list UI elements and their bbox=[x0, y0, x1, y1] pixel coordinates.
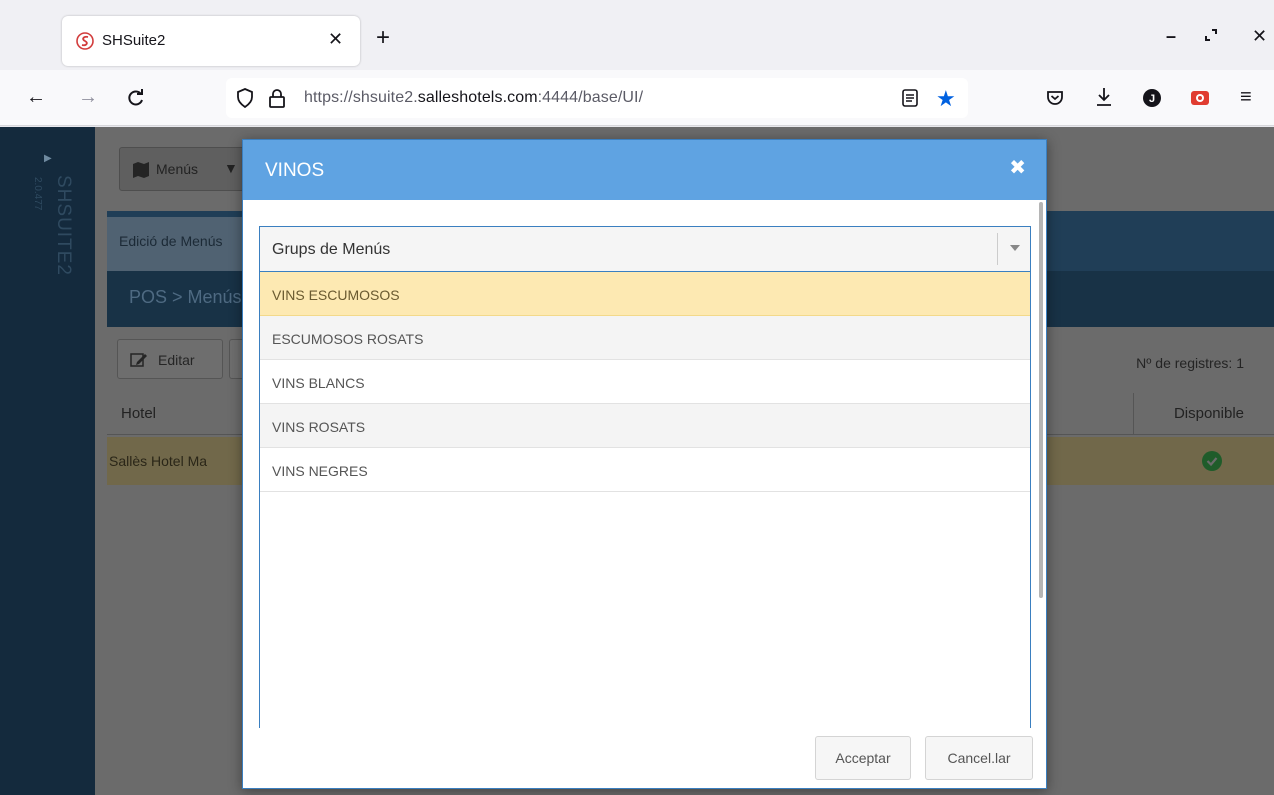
list-item[interactable]: ESCUMOSOS ROSATS bbox=[260, 316, 1030, 360]
browser-tabbar: SHSuite2 ✕ + – ✕ bbox=[0, 0, 1274, 70]
new-tab-icon[interactable]: + bbox=[376, 26, 390, 50]
close-window-icon[interactable]: ✕ bbox=[1252, 26, 1267, 47]
app-sidebar: ▶ SHSUITE2 2.0.477 bbox=[0, 127, 95, 795]
cell-hotel: Sallès Hotel Ma bbox=[109, 453, 208, 469]
select-caret-icon[interactable] bbox=[1010, 245, 1020, 251]
forward-icon[interactable]: → bbox=[78, 86, 98, 108]
dialog-header: VINOS ✖ bbox=[243, 140, 1046, 200]
cancel-button[interactable]: Cancel.lar bbox=[925, 736, 1033, 780]
caret-down-icon: ▼ bbox=[224, 160, 238, 176]
sidebar-expand-icon[interactable]: ▶ bbox=[44, 153, 52, 164]
app-brand: SHSUITE2 bbox=[53, 175, 74, 276]
available-check-icon bbox=[1202, 451, 1222, 471]
accept-button[interactable]: Acceptar bbox=[815, 736, 911, 780]
breadcrumb: POS > Menús bbox=[129, 287, 242, 307]
back-icon[interactable]: ← bbox=[26, 86, 46, 108]
edit-pencil-icon bbox=[130, 353, 147, 367]
menu-group-list: VINS ESCUMOSOS ESCUMOSOS ROSATS VINS BLA… bbox=[259, 272, 1031, 728]
dialog-scrollbar[interactable] bbox=[1039, 202, 1043, 598]
url-bar[interactable]: https://shsuite2.salleshotels.com:4444/b… bbox=[226, 78, 968, 118]
minimize-icon[interactable]: – bbox=[1166, 26, 1176, 47]
maximize-icon[interactable] bbox=[1204, 28, 1218, 42]
edit-button-label: Editar bbox=[158, 352, 195, 368]
menu-hamburger-icon[interactable]: ≡ bbox=[1240, 86, 1252, 108]
dialog-close-icon[interactable]: ✖ bbox=[1009, 158, 1026, 178]
account-avatar-icon[interactable]: J bbox=[1142, 88, 1162, 108]
record-count: Nº de registres: 1 bbox=[1136, 355, 1244, 371]
shsuite-favicon-icon bbox=[76, 32, 94, 50]
tab-edicio-label: Edició de Menús bbox=[119, 233, 223, 249]
menus-dropdown[interactable]: Menús ▼ bbox=[119, 147, 249, 191]
menus-dropdown-label: Menús bbox=[156, 161, 199, 177]
select-divider bbox=[997, 233, 998, 265]
tab-close-icon[interactable]: ✕ bbox=[328, 29, 343, 50]
svg-text:J: J bbox=[1149, 93, 1155, 105]
tab-title: SHSuite2 bbox=[102, 32, 166, 49]
select-label: Grups de Menús bbox=[272, 241, 391, 258]
screenshot-icon[interactable] bbox=[1190, 88, 1210, 106]
map-icon bbox=[133, 162, 149, 178]
column-header-disponible[interactable]: Disponible bbox=[1174, 405, 1244, 422]
column-header-hotel[interactable]: Hotel bbox=[121, 405, 156, 422]
shield-icon[interactable] bbox=[236, 88, 254, 108]
app-version: 2.0.477 bbox=[32, 177, 43, 211]
vinos-dialog: VINOS ✖ Grups de Menús VINS ESCUMOSOS ES… bbox=[242, 139, 1047, 789]
pocket-icon[interactable] bbox=[1046, 90, 1064, 106]
column-divider bbox=[1133, 393, 1134, 435]
dialog-title: VINOS bbox=[265, 160, 325, 181]
list-item[interactable]: VINS NEGRES bbox=[260, 448, 1030, 492]
bookmark-star-icon[interactable]: ★ bbox=[936, 86, 956, 112]
reader-view-icon[interactable] bbox=[902, 89, 918, 107]
grups-de-menus-select[interactable]: Grups de Menús bbox=[259, 226, 1031, 272]
browser-tab[interactable]: SHSuite2 ✕ bbox=[62, 16, 360, 66]
download-icon[interactable] bbox=[1094, 86, 1114, 108]
lock-icon[interactable] bbox=[268, 88, 286, 108]
url-text: https://shsuite2.salleshotels.com:4444/b… bbox=[304, 89, 644, 106]
edit-button[interactable]: Editar bbox=[117, 339, 223, 379]
list-item[interactable]: VINS ROSATS bbox=[260, 404, 1030, 448]
browser-navbar: ← → https://shsuite2.salleshotels.com:44… bbox=[0, 70, 1274, 126]
reload-icon[interactable] bbox=[126, 88, 146, 108]
list-item[interactable]: VINS ESCUMOSOS bbox=[260, 272, 1030, 316]
list-item[interactable]: VINS BLANCS bbox=[260, 360, 1030, 404]
